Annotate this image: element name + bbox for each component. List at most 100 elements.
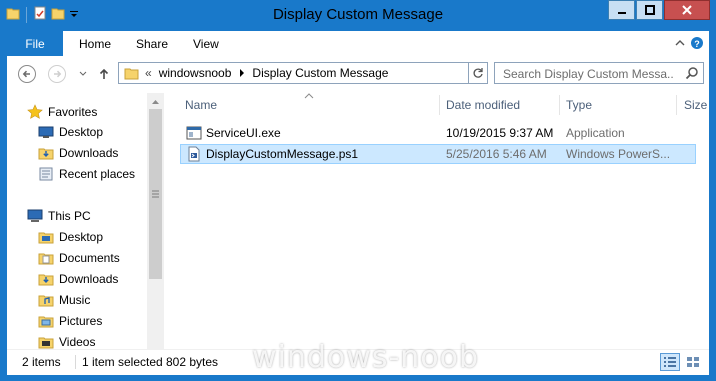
- file-date: 10/19/2015 9:37 AM: [446, 126, 554, 140]
- downloads-folder-icon: [38, 274, 54, 286]
- nav-favorites-recent-places[interactable]: Recent places: [38, 164, 135, 184]
- window-controls: [607, 0, 710, 20]
- nav-pane-scrollbar[interactable]: [147, 93, 164, 349]
- nav-favorites-label: Favorites: [48, 105, 98, 119]
- nav-pc-desktop[interactable]: Desktop: [38, 227, 103, 247]
- watermark-text: windows-noob: [252, 340, 480, 375]
- powershell-script-icon: [186, 146, 202, 165]
- nav-favorites-desktop[interactable]: Desktop: [38, 122, 103, 142]
- large-icons-view-icon: [687, 357, 699, 367]
- up-button[interactable]: [93, 63, 115, 85]
- refresh-icon: [473, 68, 483, 78]
- file-name: ServiceUI.exe: [206, 126, 281, 140]
- large-icons-view-button[interactable]: [683, 353, 703, 371]
- maximize-icon: [644, 5, 655, 15]
- refresh-button[interactable]: [468, 62, 488, 84]
- file-type: Application: [566, 126, 625, 140]
- music-folder-icon: [38, 295, 54, 307]
- nav-favorites[interactable]: Favorites: [27, 102, 97, 122]
- recent-locations-button[interactable]: [77, 63, 89, 85]
- nav-item-label: Desktop: [59, 125, 104, 139]
- nav-favorites-downloads[interactable]: Downloads: [38, 143, 118, 163]
- minimize-icon: [617, 12, 626, 14]
- file-list: Name Date modified Type Size ServiceUI.e…: [164, 93, 709, 349]
- nav-item-label: Downloads: [59, 272, 119, 286]
- sort-ascending-icon: [304, 93, 314, 99]
- svg-text:?: ?: [694, 39, 700, 49]
- column-header-type[interactable]: Type: [566, 93, 592, 117]
- nav-item-label: Recent places: [59, 167, 136, 181]
- nav-item-label: Music: [59, 293, 91, 307]
- column-divider[interactable]: [676, 95, 677, 115]
- table-row[interactable]: ServiceUI.exe 10/19/2015 9:37 AM Applica…: [180, 123, 696, 143]
- tab-view[interactable]: View: [193, 37, 219, 51]
- file-type: Windows PowerS...: [566, 147, 671, 161]
- maximize-button[interactable]: [636, 0, 663, 20]
- table-row-selected[interactable]: DisplayCustomMessage.ps1 5/25/2016 5:46 …: [180, 144, 696, 164]
- breadcrumb-item-current[interactable]: Display Custom Message: [252, 66, 388, 80]
- close-button[interactable]: [664, 0, 710, 20]
- column-divider[interactable]: [439, 95, 440, 115]
- desktop-folder-icon: [38, 232, 54, 244]
- forward-arrow-icon: [48, 65, 66, 83]
- nav-item-label: Desktop: [59, 230, 104, 244]
- selection-count: 1 item selected: [82, 355, 163, 369]
- breadcrumb-item-windowsnoob[interactable]: windowsnoob: [159, 66, 232, 80]
- videos-folder-icon: [38, 337, 54, 349]
- details-view-button[interactable]: [660, 353, 680, 371]
- explorer-window: Display Custom Message File Home Share V…: [0, 0, 716, 381]
- breadcrumb-separator-icon[interactable]: [239, 69, 245, 77]
- address-root-chevron[interactable]: «: [145, 66, 152, 80]
- selection-size: 802 bytes: [166, 355, 219, 369]
- address-bar[interactable]: « windowsnoob Display Custom Message: [118, 62, 487, 84]
- nav-item-label: Pictures: [59, 314, 103, 328]
- nav-item-label: Videos: [59, 335, 96, 349]
- exe-file-icon: [186, 125, 202, 144]
- up-arrow-icon: [99, 68, 109, 79]
- nav-pc-videos[interactable]: Videos: [38, 332, 95, 349]
- nav-pc-documents[interactable]: Documents: [38, 248, 120, 268]
- nav-item-label: Documents: [59, 251, 120, 265]
- nav-this-pc-label: This PC: [48, 209, 91, 223]
- search-placeholder: Search Display Custom Messa...: [503, 67, 673, 81]
- pictures-folder-icon: [38, 316, 54, 328]
- nav-pc-music[interactable]: Music: [38, 290, 90, 310]
- status-divider: [75, 355, 76, 369]
- downloads-folder-icon: [38, 148, 54, 160]
- details-view-icon: [664, 357, 676, 367]
- nav-this-pc[interactable]: This PC: [27, 206, 91, 226]
- chevron-down-icon: [79, 71, 87, 76]
- column-header-name[interactable]: Name: [185, 93, 217, 117]
- star-icon: [27, 104, 43, 119]
- column-header-date[interactable]: Date modified: [446, 93, 520, 117]
- forward-button[interactable]: [46, 63, 68, 85]
- close-icon: [682, 5, 692, 15]
- expand-ribbon-icon: [675, 40, 685, 46]
- folder-icon: [124, 66, 139, 80]
- nav-item-label: Downloads: [59, 146, 119, 160]
- tab-share[interactable]: Share: [136, 37, 168, 51]
- scroll-grip-icon: [152, 190, 159, 198]
- tab-home[interactable]: Home: [79, 37, 111, 51]
- file-name: DisplayCustomMessage.ps1: [206, 147, 359, 161]
- desktop-icon: [38, 126, 54, 138]
- item-count: 2 items: [22, 355, 61, 369]
- navigation-bar: « windowsnoob Display Custom Message Sea…: [7, 56, 709, 94]
- scroll-thumb[interactable]: [149, 109, 162, 279]
- nav-pc-pictures[interactable]: Pictures: [38, 311, 102, 331]
- title-bar: Display Custom Message: [0, 0, 716, 31]
- nav-pc-downloads[interactable]: Downloads: [38, 269, 118, 289]
- minimize-button[interactable]: [608, 0, 635, 20]
- search-box[interactable]: Search Display Custom Messa...: [494, 62, 704, 84]
- back-button[interactable]: [16, 63, 38, 85]
- computer-icon: [27, 209, 43, 222]
- tab-file[interactable]: File: [7, 31, 63, 56]
- column-header-size[interactable]: Size: [684, 93, 707, 117]
- column-divider[interactable]: [559, 95, 560, 115]
- file-date: 5/25/2016 5:46 AM: [446, 147, 547, 161]
- recent-places-icon: [39, 167, 53, 181]
- ribbon: File Home Share View ?: [7, 31, 709, 57]
- scroll-up-icon[interactable]: [147, 95, 164, 109]
- ribbon-controls: ?: [673, 36, 705, 53]
- search-icon[interactable]: [685, 66, 699, 83]
